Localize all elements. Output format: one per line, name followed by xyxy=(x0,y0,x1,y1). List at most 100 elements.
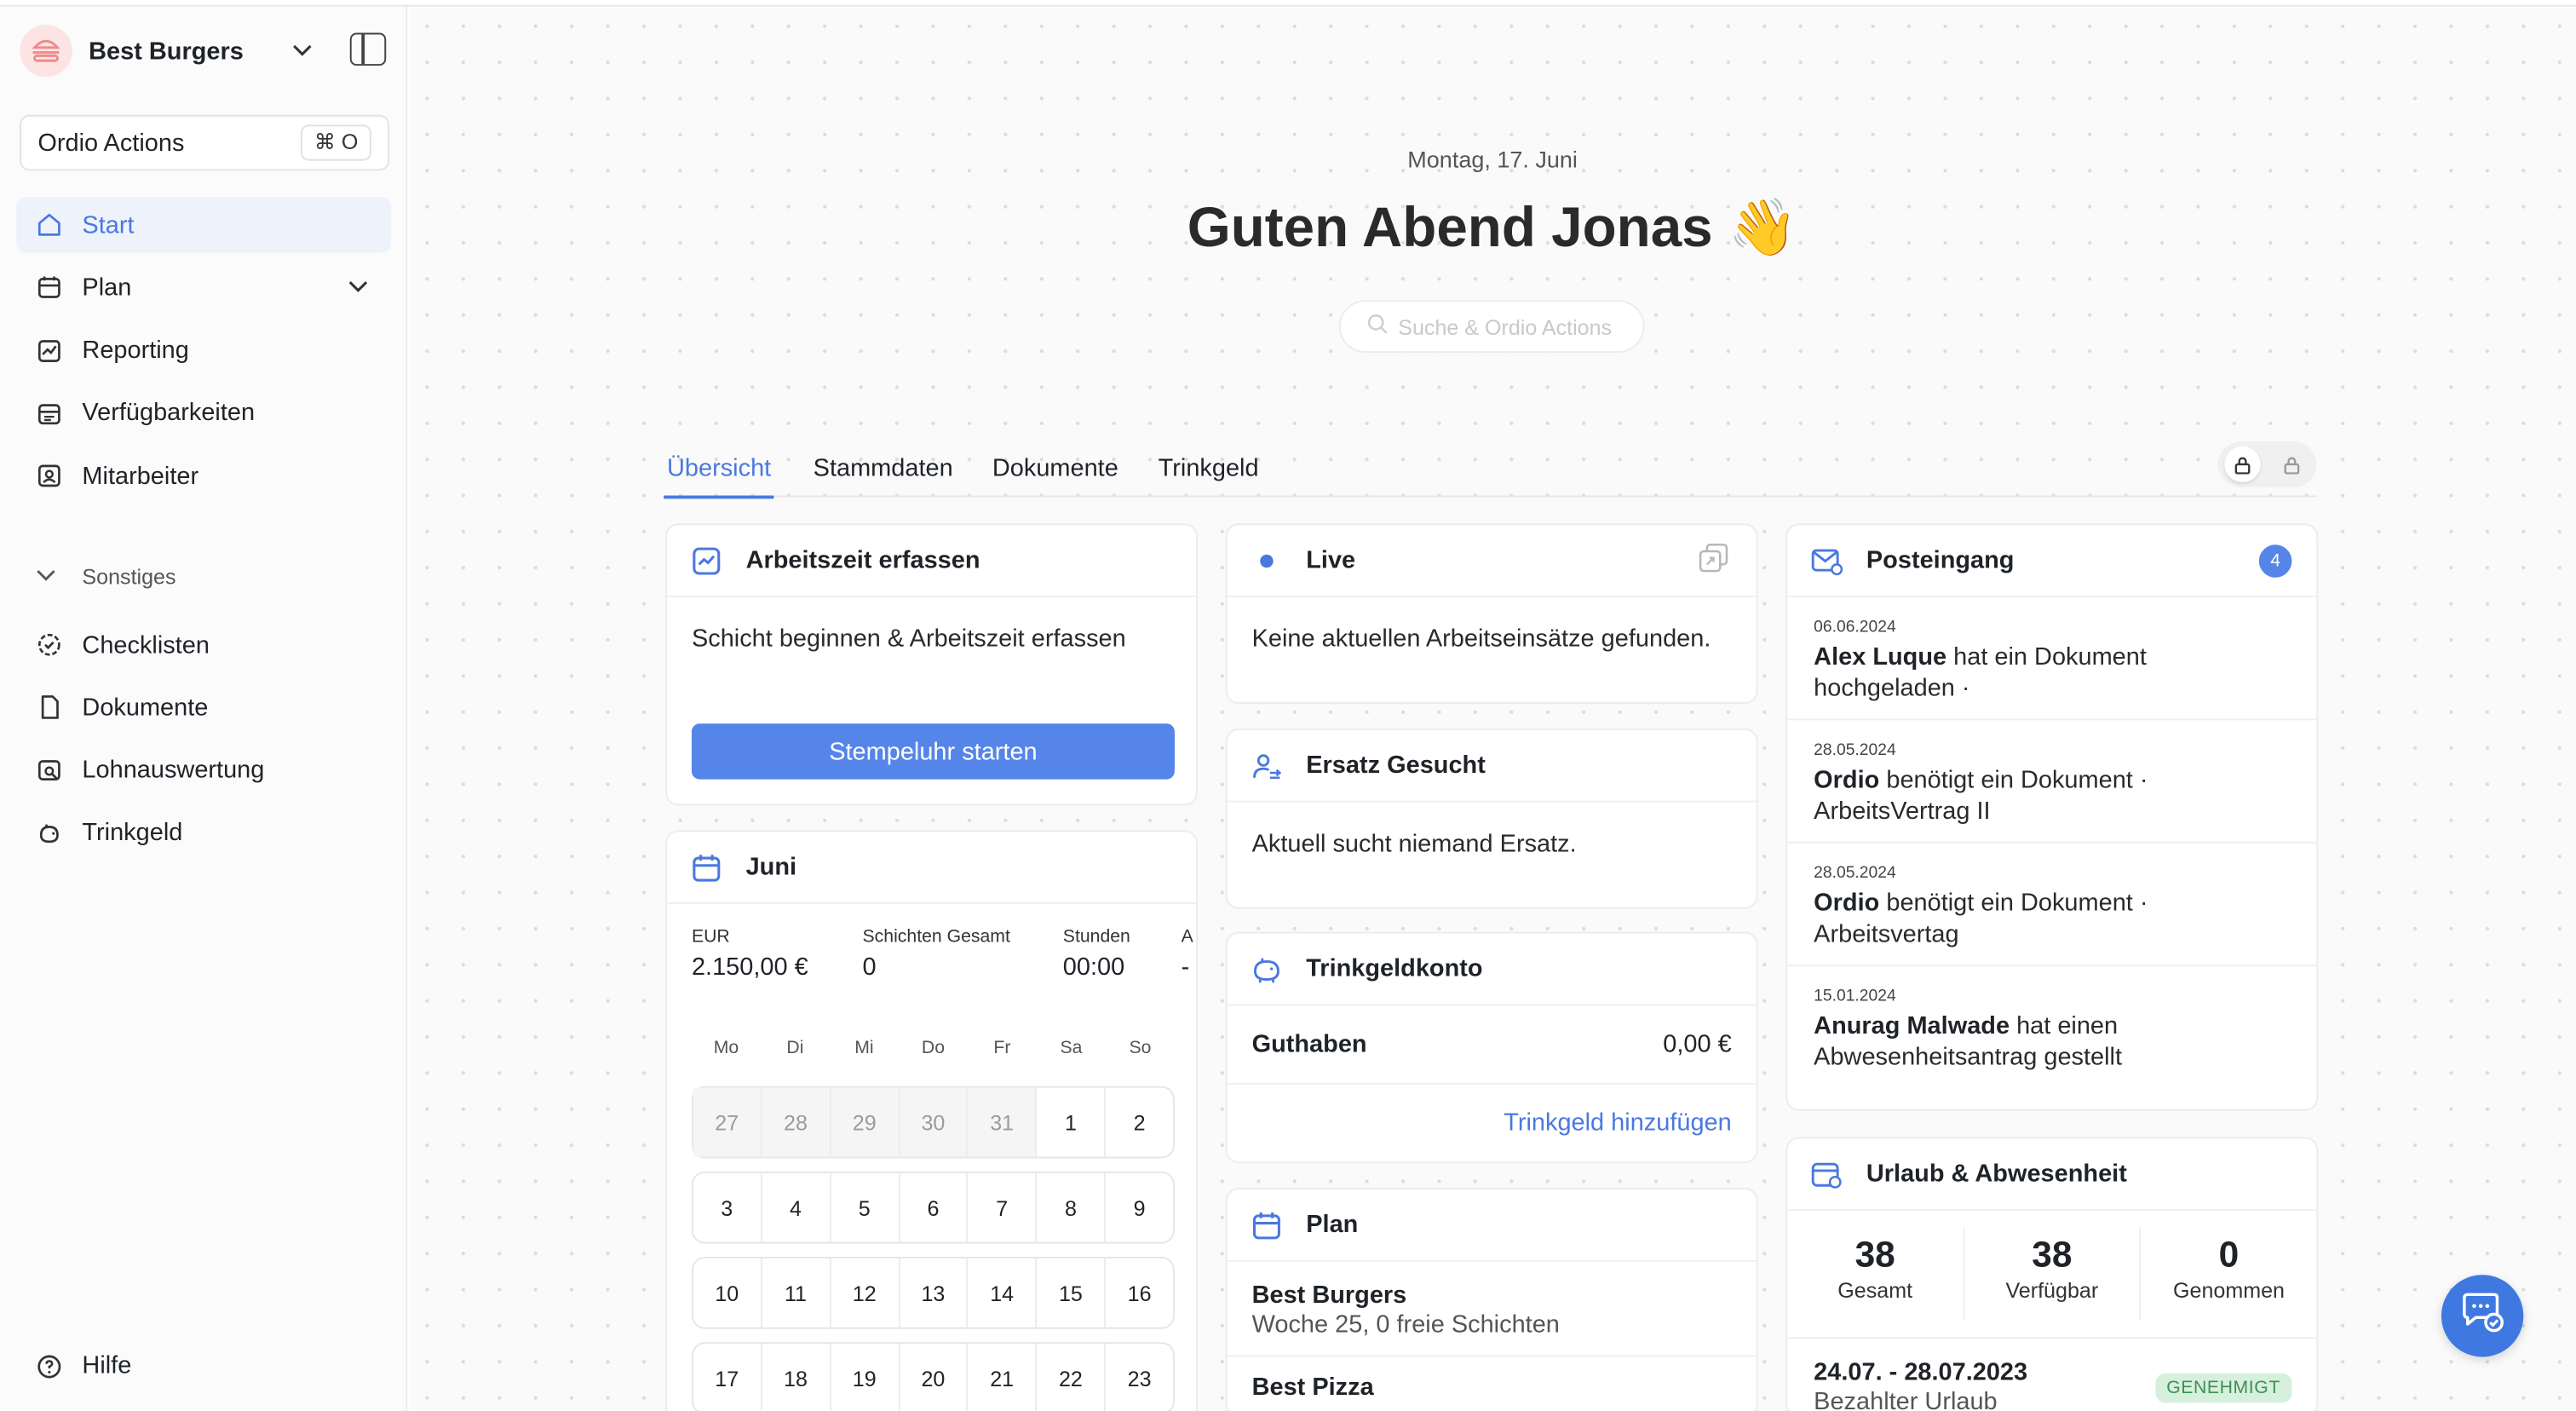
calendar-day[interactable]: 17 xyxy=(693,1344,762,1411)
card-title: Trinkgeldkonto xyxy=(1306,954,1483,983)
tip-account-card: Trinkgeldkonto Guthaben 0,00 € Trinkgeld… xyxy=(1225,931,1758,1164)
inbox-item[interactable]: 28.05.2024 Ordio benötigt ein Dokument ·… xyxy=(1787,844,2317,967)
inbox-item[interactable]: 15.01.2024 Anurag Malwade hat einen Abwe… xyxy=(1787,966,2316,1087)
plan-item[interactable]: Best Pizza xyxy=(1228,1356,1757,1411)
tab-documents[interactable]: Dokumente xyxy=(992,454,1118,482)
lock-open-icon[interactable] xyxy=(2274,446,2309,482)
sidebar-item-label: Reporting xyxy=(82,336,189,365)
chat-button[interactable] xyxy=(2441,1275,2524,1357)
calendar-day[interactable]: 16 xyxy=(1106,1258,1173,1327)
replacement-text: Aktuell sucht niemand Ersatz. xyxy=(1251,830,1577,859)
card-title: Posteingang xyxy=(1866,546,2015,574)
weekday-header: Mo Di Mi Do Fr Sa So xyxy=(692,1039,1175,1058)
card-title: Live xyxy=(1306,546,1356,574)
calendar-day[interactable]: 1 xyxy=(1038,1087,1107,1157)
absence-stat-available: 38 Verfügbar xyxy=(1964,1227,2142,1322)
chevron-down-icon[interactable] xyxy=(348,276,368,299)
plan-card: Plan Best Burgers Woche 25, 0 freie Schi… xyxy=(1225,1188,1758,1411)
brand-switcher[interactable]: Best Burgers xyxy=(20,23,391,78)
tab-tips[interactable]: Trinkgeld xyxy=(1159,454,1259,482)
calendar-day[interactable]: 7 xyxy=(969,1172,1038,1242)
expand-icon[interactable] xyxy=(1697,540,1730,579)
sidebar-toggle-icon[interactable] xyxy=(349,32,387,66)
sidebar-item-checklists[interactable]: Checklisten xyxy=(16,617,391,672)
calendar-day[interactable]: 31 xyxy=(968,1087,1038,1157)
calendar-day[interactable]: 22 xyxy=(1038,1344,1107,1411)
calendar-day[interactable]: 13 xyxy=(900,1258,969,1327)
inbox-count-badge: 4 xyxy=(2258,544,2292,577)
calendar-day[interactable]: 18 xyxy=(762,1344,831,1411)
sidebar-item-payroll[interactable]: Lohnauswertung xyxy=(16,743,391,798)
payroll-icon xyxy=(36,757,62,784)
calendar-day[interactable]: 10 xyxy=(693,1258,762,1327)
tab-master-data[interactable]: Stammdaten xyxy=(814,454,953,482)
lock-closed-icon[interactable] xyxy=(2224,446,2261,483)
user-swap-icon xyxy=(1251,749,1284,782)
availability-icon xyxy=(36,400,62,427)
calendar-day[interactable]: 12 xyxy=(831,1258,900,1327)
stat-label: EUR xyxy=(691,926,730,947)
calendar-day[interactable]: 14 xyxy=(969,1258,1038,1327)
top-border xyxy=(0,0,2576,7)
calendar-day[interactable]: 2 xyxy=(1106,1088,1173,1157)
card-header: Urlaub & Abwesenheit xyxy=(1787,1138,2317,1212)
calendar-day[interactable]: 23 xyxy=(1106,1344,1173,1411)
mail-icon xyxy=(1810,544,1843,577)
sidebar-item-reporting[interactable]: Reporting xyxy=(16,323,391,378)
card-title: Urlaub & Abwesenheit xyxy=(1866,1160,2127,1189)
sidebar-item-tips[interactable]: Trinkgeld xyxy=(16,805,391,861)
chart-icon xyxy=(36,337,62,364)
inbox-sender: Anurag Malwade xyxy=(1814,1012,2010,1040)
inbox-date: 15.01.2024 xyxy=(1814,988,1896,1006)
inbox-item[interactable]: 28.05.2024 Ordio benötigt ein Dokument ·… xyxy=(1787,720,2317,844)
ordio-actions-button[interactable]: Ordio Actions ⌘ O xyxy=(20,114,390,171)
calendar-icon xyxy=(1251,1208,1284,1241)
chat-icon xyxy=(2459,1290,2505,1341)
calendar-day[interactable]: 6 xyxy=(900,1172,969,1242)
calendar-day[interactable]: 19 xyxy=(831,1344,900,1411)
month-stats: EUR 2.150,00 € Schichten Gesamt 0 Stunde… xyxy=(692,926,1196,982)
calendar-day[interactable]: 11 xyxy=(762,1258,831,1327)
start-clock-button[interactable]: Stempeluhr starten xyxy=(691,723,1175,780)
stat-label: Schichten Gesamt xyxy=(862,926,1010,947)
card-header: Ersatz Gesucht xyxy=(1227,730,1757,803)
month-card: Juni EUR 2.150,00 € Schichten Gesamt 0 S… xyxy=(665,830,1198,1411)
lock-toggle[interactable] xyxy=(2217,441,2317,487)
help-label: Hilfe xyxy=(82,1351,132,1380)
help-link[interactable]: Hilfe xyxy=(36,1351,132,1380)
calendar-day[interactable]: 27 xyxy=(693,1087,762,1157)
stat-eur: EUR 2.150,00 € xyxy=(692,927,810,982)
calendar-day[interactable]: 8 xyxy=(1038,1172,1107,1242)
sidebar-item-employees[interactable]: Mitarbeiter xyxy=(16,448,391,504)
sidebar-item-availability[interactable]: Verfügbarkeiten xyxy=(16,385,391,441)
calendar-day[interactable]: 3 xyxy=(693,1172,762,1242)
weekday-label: Sa xyxy=(1060,1038,1083,1059)
calendar-week: 3 4 5 6 7 8 9 xyxy=(691,1171,1175,1244)
add-tip-link[interactable]: Trinkgeld hinzufügen xyxy=(1228,1085,1757,1160)
plan-item-sub: Woche 25, 0 freie Schichten xyxy=(1251,1310,1560,1339)
calendar-day[interactable]: 4 xyxy=(762,1172,831,1242)
section-toggle-sonstiges[interactable]: Sonstiges xyxy=(36,564,176,589)
search-input[interactable]: Suche & Ordio Actions xyxy=(1338,300,1645,354)
sidebar-item-start[interactable]: Start xyxy=(16,197,392,253)
plan-item[interactable]: Best Burgers Woche 25, 0 freie Schichten xyxy=(1227,1262,1757,1357)
search-icon xyxy=(1367,314,1389,340)
sidebar-item-plan[interactable]: Plan xyxy=(16,260,391,315)
sidebar-item-label: Dokumente xyxy=(82,694,209,722)
calendar-day[interactable]: 30 xyxy=(900,1087,969,1157)
calendar-day[interactable]: 28 xyxy=(762,1087,831,1157)
calendar-day[interactable]: 5 xyxy=(831,1172,900,1242)
calendar-day[interactable]: 9 xyxy=(1106,1173,1173,1242)
help-icon xyxy=(36,1353,62,1379)
sidebar-item-documents[interactable]: Dokumente xyxy=(16,680,391,735)
calendar-day[interactable]: 20 xyxy=(900,1344,969,1411)
weekday-label: So xyxy=(1129,1038,1152,1059)
tab-overview[interactable]: Übersicht xyxy=(664,454,775,499)
calendar-day[interactable]: 15 xyxy=(1038,1258,1107,1327)
calendar-day[interactable]: 21 xyxy=(969,1344,1038,1411)
stat-label: A xyxy=(1181,926,1193,947)
sidebar: Best Burgers Ordio Actions ⌘ O Start Pla… xyxy=(0,6,408,1411)
calendar-day[interactable]: 29 xyxy=(831,1087,900,1157)
weekday-label: Mo xyxy=(713,1038,739,1059)
inbox-item[interactable]: 06.06.2024 Alex Luque hat ein Dokument h… xyxy=(1787,597,2317,721)
